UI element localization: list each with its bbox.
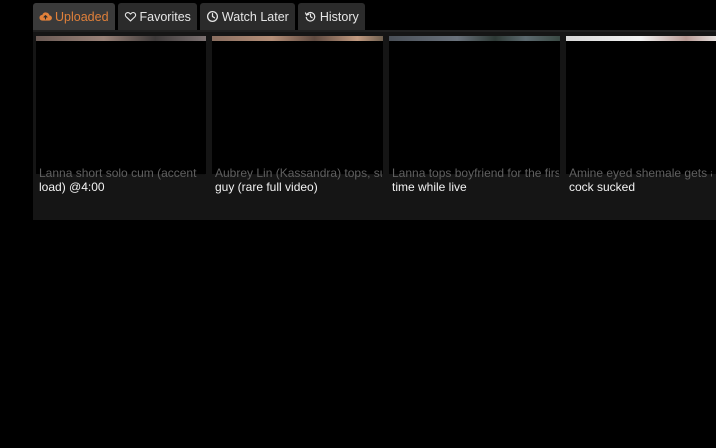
tab-history[interactable]: History bbox=[297, 3, 365, 30]
tab-history-label: History bbox=[319, 9, 359, 24]
profile-tabs: Uploaded Favorites Watch Later History bbox=[33, 3, 365, 30]
video-thumbnail[interactable] bbox=[389, 36, 560, 174]
video-card[interactable]: Lanna tops boyfriend for the first time … bbox=[386, 32, 563, 220]
page: Uploaded Favorites Watch Later History L… bbox=[0, 0, 716, 448]
video-title-line: cock sucked bbox=[569, 180, 636, 194]
video-title[interactable]: Amine eyed shemale gets anal cock sucked bbox=[569, 166, 712, 194]
video-card[interactable]: Lanna short solo cum (accent load) @4:00 bbox=[33, 32, 209, 220]
thumbnail-image bbox=[36, 36, 206, 41]
video-title-line: time while live bbox=[392, 180, 467, 194]
video-title-line: load) @4:00 bbox=[39, 180, 105, 194]
thumbnail-image bbox=[389, 36, 560, 41]
history-icon bbox=[304, 10, 317, 23]
tab-favorites[interactable]: Favorites bbox=[117, 3, 197, 30]
thumbnail-image bbox=[212, 36, 383, 41]
video-title[interactable]: Lanna tops boyfriend for the first time … bbox=[392, 166, 559, 194]
video-card[interactable]: Amine eyed shemale gets anal cock sucked bbox=[563, 32, 716, 220]
video-title-line: Lanna tops boyfriend for the first bbox=[392, 166, 559, 180]
tab-favorites-label: Favorites bbox=[139, 9, 191, 24]
tab-uploaded-label: Uploaded bbox=[55, 9, 109, 24]
clock-icon bbox=[206, 10, 219, 23]
tab-uploaded[interactable]: Uploaded bbox=[33, 3, 115, 30]
video-thumbnail[interactable] bbox=[212, 36, 383, 174]
video-thumbnail[interactable] bbox=[566, 36, 716, 174]
video-thumbnail[interactable] bbox=[36, 36, 206, 174]
heart-icon bbox=[124, 10, 137, 23]
video-title-line: Amine eyed shemale gets anal bbox=[569, 166, 712, 180]
video-title[interactable]: Aubrey Lin (Kassandra) tops, sucks guy (… bbox=[215, 166, 382, 194]
tab-watch-later[interactable]: Watch Later bbox=[199, 3, 295, 30]
video-title-line: Aubrey Lin (Kassandra) tops, sucks bbox=[215, 166, 382, 180]
video-title-line: Lanna short solo cum (accent bbox=[39, 166, 197, 180]
video-grid: Lanna short solo cum (accent load) @4:00… bbox=[33, 32, 716, 220]
video-title-line: guy (rare full video) bbox=[215, 180, 318, 194]
video-title[interactable]: Lanna short solo cum (accent load) @4:00 bbox=[39, 166, 205, 194]
video-card[interactable]: Aubrey Lin (Kassandra) tops, sucks guy (… bbox=[209, 32, 386, 220]
tab-watch-later-label: Watch Later bbox=[221, 9, 289, 24]
cloud-upload-icon bbox=[39, 10, 52, 23]
thumbnail-image bbox=[566, 36, 716, 41]
